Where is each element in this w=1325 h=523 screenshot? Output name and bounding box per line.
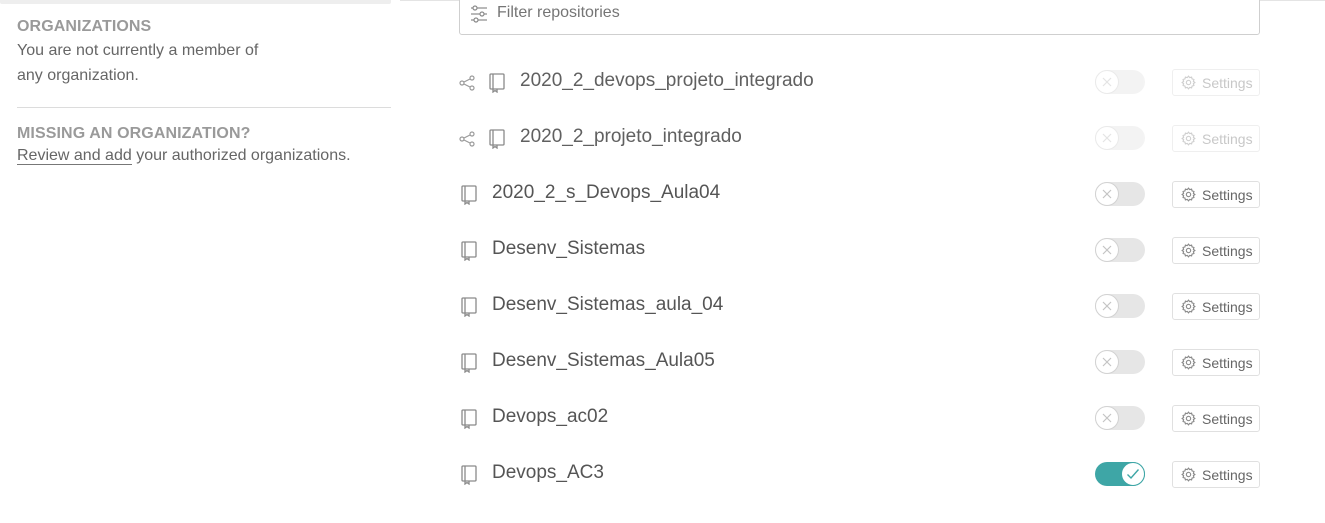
- repo-book-icon: [460, 241, 478, 262]
- repo-row: Desenv_Sistemas Settings: [459, 222, 1261, 278]
- repo-book-icon: [460, 409, 478, 430]
- settings-label: Settings: [1202, 354, 1253, 371]
- repo-name: Devops_ac02: [492, 406, 609, 427]
- gear-icon: [1181, 187, 1196, 202]
- close-icon: [1095, 294, 1119, 318]
- gear-icon: [1181, 75, 1196, 90]
- close-icon: [1095, 406, 1119, 430]
- gear-icon: [1181, 243, 1196, 258]
- repo-book-icon: [488, 129, 506, 150]
- shared-icon: [459, 131, 475, 147]
- repo-toggle[interactable]: [1095, 70, 1145, 94]
- gear-icon: [1181, 411, 1196, 426]
- close-icon: [1095, 350, 1119, 374]
- repo-row: Desenv_Sistemas_aula_04 Settings: [459, 278, 1261, 334]
- repo-toggle[interactable]: [1095, 182, 1145, 206]
- repo-settings-button[interactable]: Settings: [1172, 181, 1260, 208]
- repo-book-icon: [488, 73, 506, 94]
- repo-toggle[interactable]: [1095, 406, 1145, 430]
- sidebar: ORGANIZATIONS You are not currently a me…: [17, 18, 391, 168]
- gear-icon: [1181, 299, 1196, 314]
- repo-toggle[interactable]: [1095, 350, 1145, 374]
- close-icon: [1095, 70, 1119, 94]
- review-organizations-link[interactable]: Review and add: [17, 147, 132, 165]
- repo-book-icon: [460, 353, 478, 374]
- repo-book-icon: [460, 297, 478, 318]
- repo-row: Devops_ac02 Settings: [459, 390, 1261, 446]
- repo-name: Desenv_Sistemas_Aula05: [492, 350, 715, 371]
- repo-name: Devops_AC3: [492, 462, 604, 483]
- settings-label: Settings: [1202, 298, 1253, 315]
- sidebar-divider: [17, 107, 391, 108]
- check-icon: [1121, 462, 1145, 486]
- repo-toggle[interactable]: [1095, 238, 1145, 262]
- shared-icon: [459, 75, 475, 91]
- settings-label: Settings: [1202, 74, 1253, 91]
- settings-label: Settings: [1202, 186, 1253, 203]
- gear-icon: [1181, 467, 1196, 482]
- repo-row: Devops_AC3 Settings: [459, 446, 1261, 502]
- repo-settings-button[interactable]: Settings: [1172, 125, 1260, 152]
- repo-settings-button[interactable]: Settings: [1172, 293, 1260, 320]
- settings-label: Settings: [1202, 130, 1253, 147]
- repo-name: 2020_2_projeto_integrado: [520, 126, 742, 147]
- repo-settings-button[interactable]: Settings: [1172, 461, 1260, 488]
- gear-icon: [1181, 131, 1196, 146]
- repo-row: Desenv_Sistemas_Aula05 Settings: [459, 334, 1261, 390]
- missing-organization-heading: MISSING AN ORGANIZATION?: [17, 125, 251, 142]
- settings-label: Settings: [1202, 410, 1253, 427]
- repo-name: 2020_2_s_Devops_Aula04: [492, 182, 721, 203]
- repo-settings-button[interactable]: Settings: [1172, 405, 1260, 432]
- settings-label: Settings: [1202, 466, 1253, 483]
- repo-name: Desenv_Sistemas: [492, 238, 646, 259]
- repo-book-icon: [460, 465, 478, 486]
- sliders-icon: [471, 5, 487, 23]
- organizations-text: You are not currently a member of any or…: [17, 42, 259, 84]
- repo-settings-button[interactable]: Settings: [1172, 237, 1260, 264]
- repo-settings-button[interactable]: Settings: [1172, 69, 1260, 96]
- organizations-heading: ORGANIZATIONS: [17, 18, 152, 35]
- filter-input[interactable]: [497, 4, 1197, 22]
- repo-settings-button[interactable]: Settings: [1172, 349, 1260, 376]
- close-icon: [1095, 126, 1119, 150]
- settings-label: Settings: [1202, 242, 1253, 259]
- review-organizations-text: Review and add your authorized organizat…: [17, 143, 391, 168]
- sidebar-top-bar: [0, 0, 391, 4]
- close-icon: [1095, 182, 1119, 206]
- close-icon: [1095, 238, 1119, 262]
- repo-toggle[interactable]: [1095, 126, 1145, 150]
- repo-row: 2020_2_devops_projeto_integrado Settings: [459, 54, 1261, 110]
- repo-row: 2020_2_s_Devops_Aula04 Settings: [459, 166, 1261, 222]
- repo-toggle[interactable]: [1095, 294, 1145, 318]
- repo-name: Desenv_Sistemas_aula_04: [492, 294, 724, 315]
- gear-icon: [1181, 355, 1196, 370]
- review-organizations-rest: your authorized organizations.: [131, 147, 351, 164]
- repo-row: 2020_2_projeto_integrado Settings: [459, 110, 1261, 166]
- repo-toggle[interactable]: [1095, 462, 1145, 486]
- repository-list: 2020_2_devops_projeto_integrado Settings 2…: [459, 54, 1261, 502]
- repo-book-icon: [460, 185, 478, 206]
- repo-name: 2020_2_devops_projeto_integrado: [520, 70, 814, 91]
- filter-repositories[interactable]: [459, 0, 1260, 35]
